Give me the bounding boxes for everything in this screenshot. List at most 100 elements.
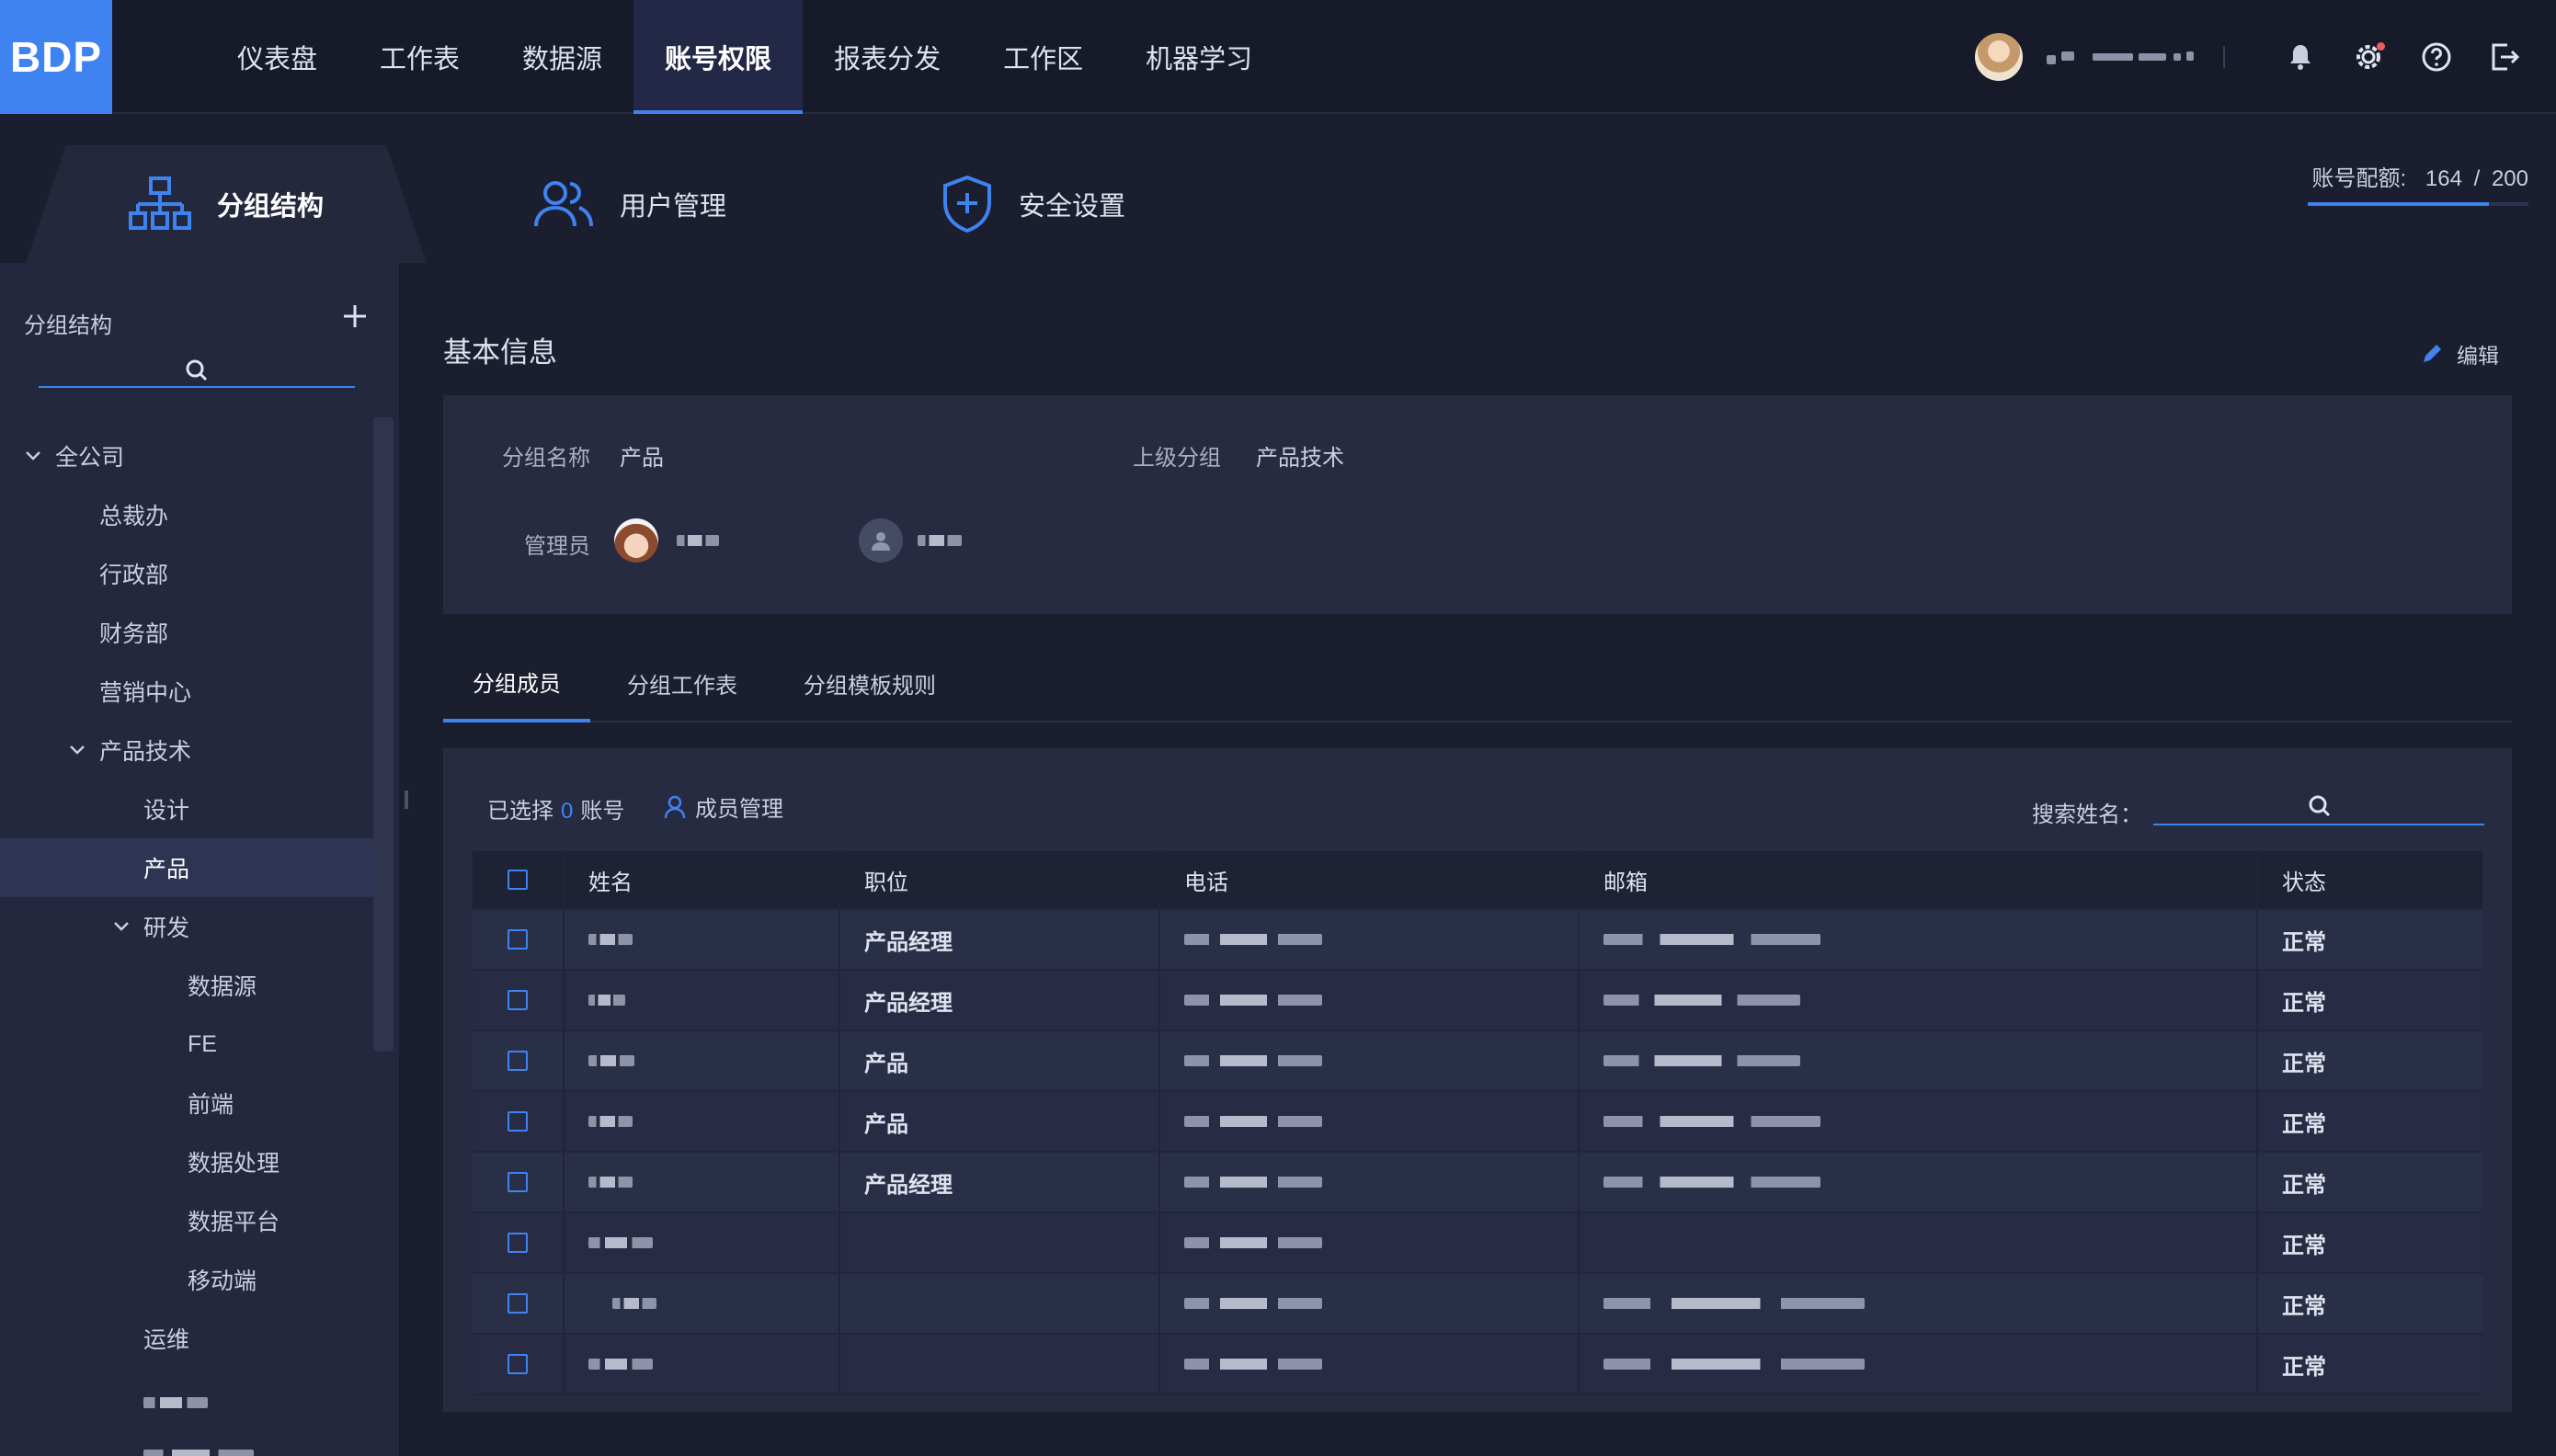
nav-dashboard[interactable]: 仪表盘 — [206, 0, 348, 114]
email-redacted — [1603, 995, 1800, 1006]
edit-button[interactable]: 编辑 — [2420, 338, 2499, 370]
chevron-down-icon[interactable] — [68, 744, 92, 756]
tree-item-redacted[interactable] — [143, 1432, 373, 1456]
nav-datasources[interactable]: 数据源 — [491, 0, 633, 114]
tab-group-worksheets[interactable]: 分组工作表 — [598, 643, 767, 722]
tab-user-management[interactable]: 用户管理 — [533, 145, 726, 263]
add-group-button[interactable] — [338, 300, 371, 333]
cell-email — [1580, 1031, 2258, 1090]
phone-redacted — [1184, 1298, 1322, 1309]
sidebar-resize-handle[interactable] — [405, 791, 408, 809]
tree-item[interactable]: 移动端 — [188, 1250, 373, 1309]
cell-email — [1580, 1335, 2258, 1393]
quota-used: 164 — [2425, 166, 2462, 191]
table-row[interactable]: 正常 — [473, 1274, 2482, 1335]
chevron-down-icon[interactable] — [24, 449, 48, 462]
row-checkbox[interactable] — [508, 1233, 528, 1253]
tree-item-redacted[interactable] — [143, 1373, 373, 1432]
user-avatar[interactable] — [1975, 33, 2023, 81]
nav-account-permissions[interactable]: 账号权限 — [633, 0, 804, 114]
row-checkbox[interactable] — [508, 1293, 528, 1314]
tree-item[interactable]: 运维 — [143, 1309, 373, 1368]
nav-worksheets[interactable]: 工作表 — [348, 0, 491, 114]
tree-item[interactable]: FE — [188, 1015, 373, 1074]
logout-icon[interactable] — [2486, 39, 2523, 75]
table-row[interactable]: 正常 — [473, 1335, 2482, 1395]
table-row[interactable]: 产品 正常 — [473, 1031, 2482, 1092]
tree-item[interactable]: 财务部 — [99, 603, 373, 662]
account-quota: 账号配额: 164 / 200 — [2312, 160, 2528, 192]
tree-item[interactable]: 营销中心 — [99, 662, 373, 721]
column-header-name[interactable]: 姓名 — [565, 851, 840, 908]
search-name-field[interactable] — [2153, 787, 2484, 825]
selected-prefix: 已选择 — [487, 799, 553, 824]
tree-item[interactable]: 研发 — [112, 897, 373, 956]
quota-progress-fill — [2308, 202, 2489, 206]
sidebar-scrollbar[interactable] — [373, 417, 394, 1052]
tree-item[interactable]: 设计 — [143, 779, 373, 838]
tab-group-template-rules[interactable]: 分组模板规则 — [774, 643, 965, 722]
table-row[interactable]: 产品经理 正常 — [473, 910, 2482, 971]
search-icon — [186, 359, 208, 381]
row-checkbox-cell — [473, 1031, 565, 1090]
gear-icon[interactable] — [2350, 39, 2387, 75]
row-checkbox[interactable] — [508, 1354, 528, 1374]
tree-item[interactable]: 数据平台 — [188, 1191, 373, 1250]
cell-email — [1580, 910, 2258, 969]
tree-item[interactable]: 前端 — [188, 1074, 373, 1132]
admin-avatar-default[interactable] — [859, 518, 903, 563]
tree-item[interactable]: 总裁办 — [99, 485, 373, 544]
admin-avatar[interactable] — [614, 518, 658, 563]
select-all-checkbox[interactable] — [508, 870, 528, 890]
name-redacted — [588, 1116, 633, 1127]
row-checkbox[interactable] — [508, 1111, 528, 1132]
cell-phone — [1160, 971, 1580, 1029]
row-checkbox[interactable] — [508, 1051, 528, 1071]
tab-group-members[interactable]: 分组成员 — [443, 643, 590, 722]
nav-machine-learning[interactable]: 机器学习 — [1114, 0, 1284, 114]
tree-item-label: 设计 — [143, 798, 190, 824]
tree-item-label: 行政部 — [99, 563, 169, 588]
row-checkbox[interactable] — [508, 929, 528, 950]
table-row[interactable]: 产品经理 正常 — [473, 1153, 2482, 1213]
row-checkbox[interactable] — [508, 990, 528, 1010]
chevron-down-icon[interactable] — [112, 920, 136, 933]
person-icon — [664, 795, 686, 818]
phone-redacted — [1184, 1359, 1322, 1370]
tab-security-settings[interactable]: 安全设置 — [941, 145, 1125, 263]
row-checkbox[interactable] — [508, 1172, 528, 1192]
column-header-email[interactable]: 邮箱 — [1580, 851, 2258, 908]
tree-item[interactable]: 数据处理 — [188, 1132, 373, 1191]
user-icon — [872, 532, 890, 551]
user-name-redacted[interactable] — [2047, 46, 2199, 68]
tree-item[interactable]: 行政部 — [99, 544, 373, 603]
bell-icon[interactable] — [2282, 39, 2319, 75]
member-management-button[interactable]: 成员管理 — [664, 791, 783, 823]
tree-item-label: FE — [188, 1030, 217, 1057]
quota-total: 200 — [2491, 166, 2528, 191]
cell-phone — [1160, 1213, 1580, 1272]
table-row[interactable]: 产品经理 正常 — [473, 971, 2482, 1031]
tree-item[interactable]: 产品 — [0, 838, 373, 897]
tab-group-structure[interactable]: 分组结构 — [26, 145, 427, 263]
sidebar-search-input[interactable] — [39, 355, 355, 388]
cell-name — [565, 1092, 840, 1151]
tree-item-label: 移动端 — [188, 1268, 257, 1294]
column-header-phone[interactable]: 电话 — [1160, 851, 1580, 908]
column-header-status[interactable]: 状态 — [2258, 851, 2482, 908]
tree-item[interactable]: 产品技术 — [68, 721, 373, 779]
column-header-position[interactable]: 职位 — [840, 851, 1160, 908]
tree-item[interactable]: 数据源 — [188, 956, 373, 1015]
search-icon[interactable] — [2308, 794, 2332, 818]
nav-workspace[interactable]: 工作区 — [972, 0, 1114, 114]
app-logo[interactable]: BDP — [0, 0, 112, 114]
table-row[interactable]: 正常 — [473, 1213, 2482, 1274]
nav-report-distribution[interactable]: 报表分发 — [803, 0, 972, 114]
help-icon[interactable] — [2418, 39, 2455, 75]
search-name-input[interactable] — [2153, 787, 2429, 824]
table-row[interactable]: 产品 正常 — [473, 1092, 2482, 1153]
cell-position — [840, 1335, 1160, 1393]
cell-name — [565, 1335, 840, 1393]
tree-item[interactable]: 全公司 — [24, 427, 373, 485]
cell-position: 产品经理 — [840, 1153, 1160, 1211]
